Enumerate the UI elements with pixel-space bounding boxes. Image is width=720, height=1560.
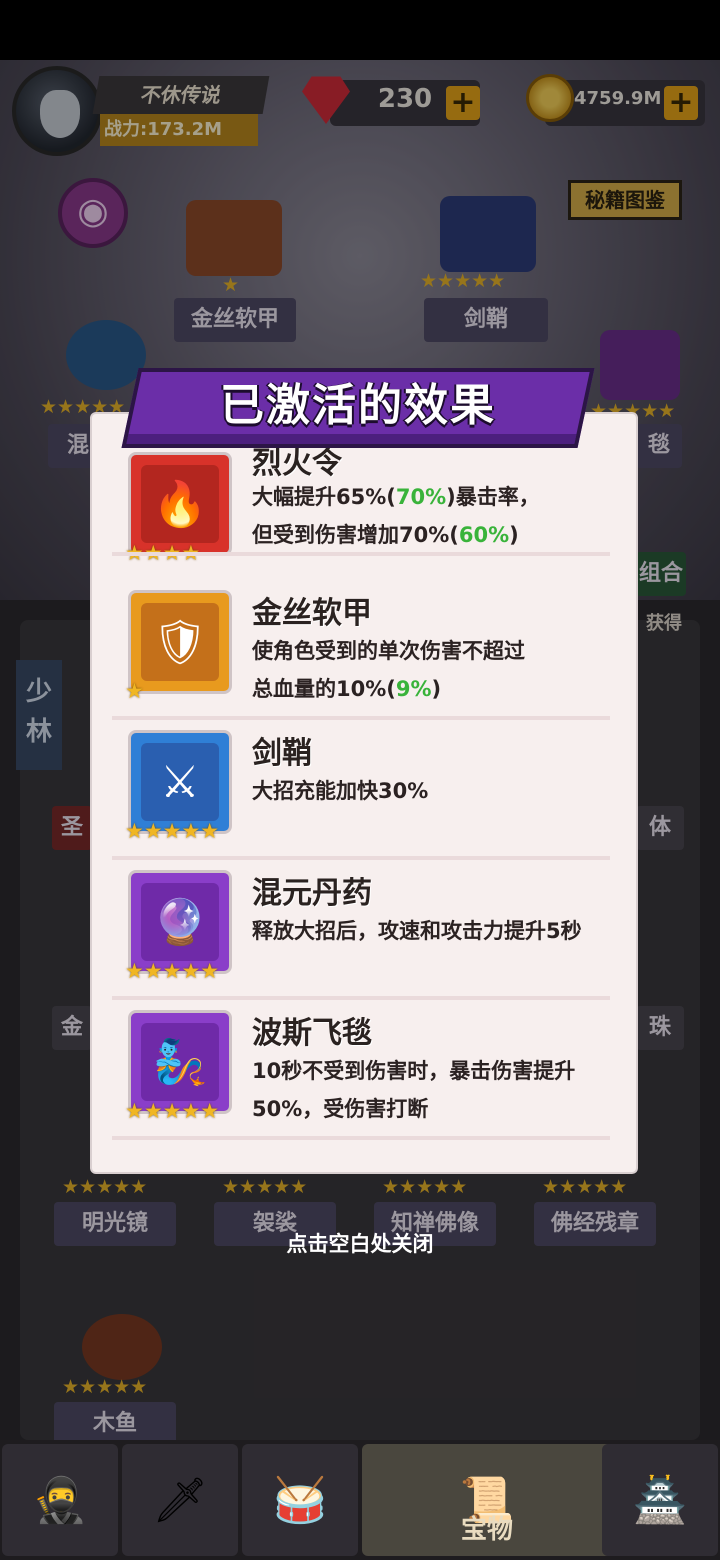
- effect-description: 10秒不受到伤害时，暴击伤害提升50%，受伤害打断: [252, 1059, 576, 1121]
- desc-text: 但受到伤害增加70%(: [252, 523, 459, 547]
- divider: [112, 552, 610, 556]
- desc-text: )暴击率，: [446, 485, 540, 509]
- fire-token-icon: 🔥: [141, 465, 219, 543]
- elixir-icon-stars: ★★★★★: [125, 959, 220, 983]
- desc-text: 使角色受到的单次伤害不超过: [252, 639, 525, 663]
- list-item: 🔥 ★★★★ 烈火令 大幅提升65%(70%)暴击率， 但受到伤害增加70%(6…: [112, 446, 610, 592]
- effect-description: 大幅提升65%(70%)暴击率， 但受到伤害增加70%(60%): [252, 478, 602, 554]
- nav-tab-shop[interactable]: 🏯: [602, 1444, 718, 1556]
- desc-highlight: 70%: [395, 485, 447, 509]
- bottom-nav: 🥷 🗡 🥁 📜 宝物 🏯: [0, 1440, 720, 1560]
- status-bar: [0, 0, 720, 60]
- armor-icon: 🛡: [141, 603, 219, 681]
- effect-name: 混元丹药: [252, 876, 372, 911]
- nav-tab-hero[interactable]: 🥷: [2, 1444, 118, 1556]
- activated-effects-modal: 🔥 ★★★★ 烈火令 大幅提升65%(70%)暴击率， 但受到伤害增加70%(6…: [92, 414, 636, 1172]
- list-item: 🧞 ★★★★★ 波斯飞毯 10秒不受到伤害时，暴击伤害提升50%，受伤害打断: [112, 1000, 610, 1140]
- desc-highlight: 60%: [458, 523, 510, 547]
- elixir-icon-box: 🔮 ★★★★★: [125, 870, 232, 983]
- fire-token-icon-box: 🔥 ★★★★: [125, 452, 232, 565]
- effect-description: 使角色受到的单次伤害不超过 总血量的10%(9%): [252, 632, 602, 708]
- desc-text: 大幅提升65%(: [252, 485, 396, 509]
- desc-text: 总血量的10%(: [252, 677, 396, 701]
- hero-icon: 🥷: [32, 1475, 88, 1526]
- modal-title: 已激活的效果: [220, 380, 496, 431]
- carpet-icon: 🧞: [141, 1023, 219, 1101]
- scabbard-icon-stars: ★★★★★: [125, 819, 220, 843]
- armor-icon-stars: ★: [125, 679, 144, 703]
- list-item: 🛡 ★ 金丝软甲 使角色受到的单次伤害不超过 总血量的10%(9%): [112, 580, 610, 720]
- scabbard-icon: ⚔: [141, 743, 219, 821]
- desc-highlight: 9%: [395, 677, 432, 701]
- effect-description: 大招充能加快30%: [252, 779, 429, 803]
- effect-name: 金丝软甲: [252, 596, 372, 631]
- carpet-icon-box: 🧞 ★★★★★: [125, 1010, 232, 1123]
- close-hint[interactable]: 点击空白处关闭: [0, 1228, 720, 1258]
- list-item: ⚔ ★★★★★ 剑鞘 大招充能加快30%: [112, 720, 610, 860]
- drum-icon: 🥁: [272, 1475, 328, 1526]
- desc-text: ): [431, 677, 442, 701]
- nav-tab-drum[interactable]: 🥁: [242, 1444, 358, 1556]
- sword-icon: 🗡: [152, 1475, 208, 1526]
- effect-name: 波斯飞毯: [252, 1016, 372, 1051]
- armor-icon-box: 🛡 ★: [125, 590, 232, 703]
- carpet-icon-stars: ★★★★★: [125, 1099, 220, 1123]
- shop-icon: 🏯: [632, 1475, 688, 1526]
- nav-tab-weapon[interactable]: 🗡: [122, 1444, 238, 1556]
- list-item: 🔮 ★★★★★ 混元丹药 释放大招后，攻速和攻击力提升5秒: [112, 860, 610, 1000]
- desc-text: ): [509, 523, 519, 547]
- effect-description: 释放大招后，攻速和攻击力提升5秒: [252, 919, 582, 943]
- nav-tab-treasure-label: 宝物: [460, 1515, 513, 1545]
- scabbard-icon-box: ⚔ ★★★★★: [125, 730, 232, 843]
- nav-tab-treasure[interactable]: 📜 宝物: [362, 1444, 612, 1556]
- divider: [112, 1136, 610, 1140]
- elixir-icon: 🔮: [141, 883, 219, 961]
- effect-name: 剑鞘: [252, 736, 312, 771]
